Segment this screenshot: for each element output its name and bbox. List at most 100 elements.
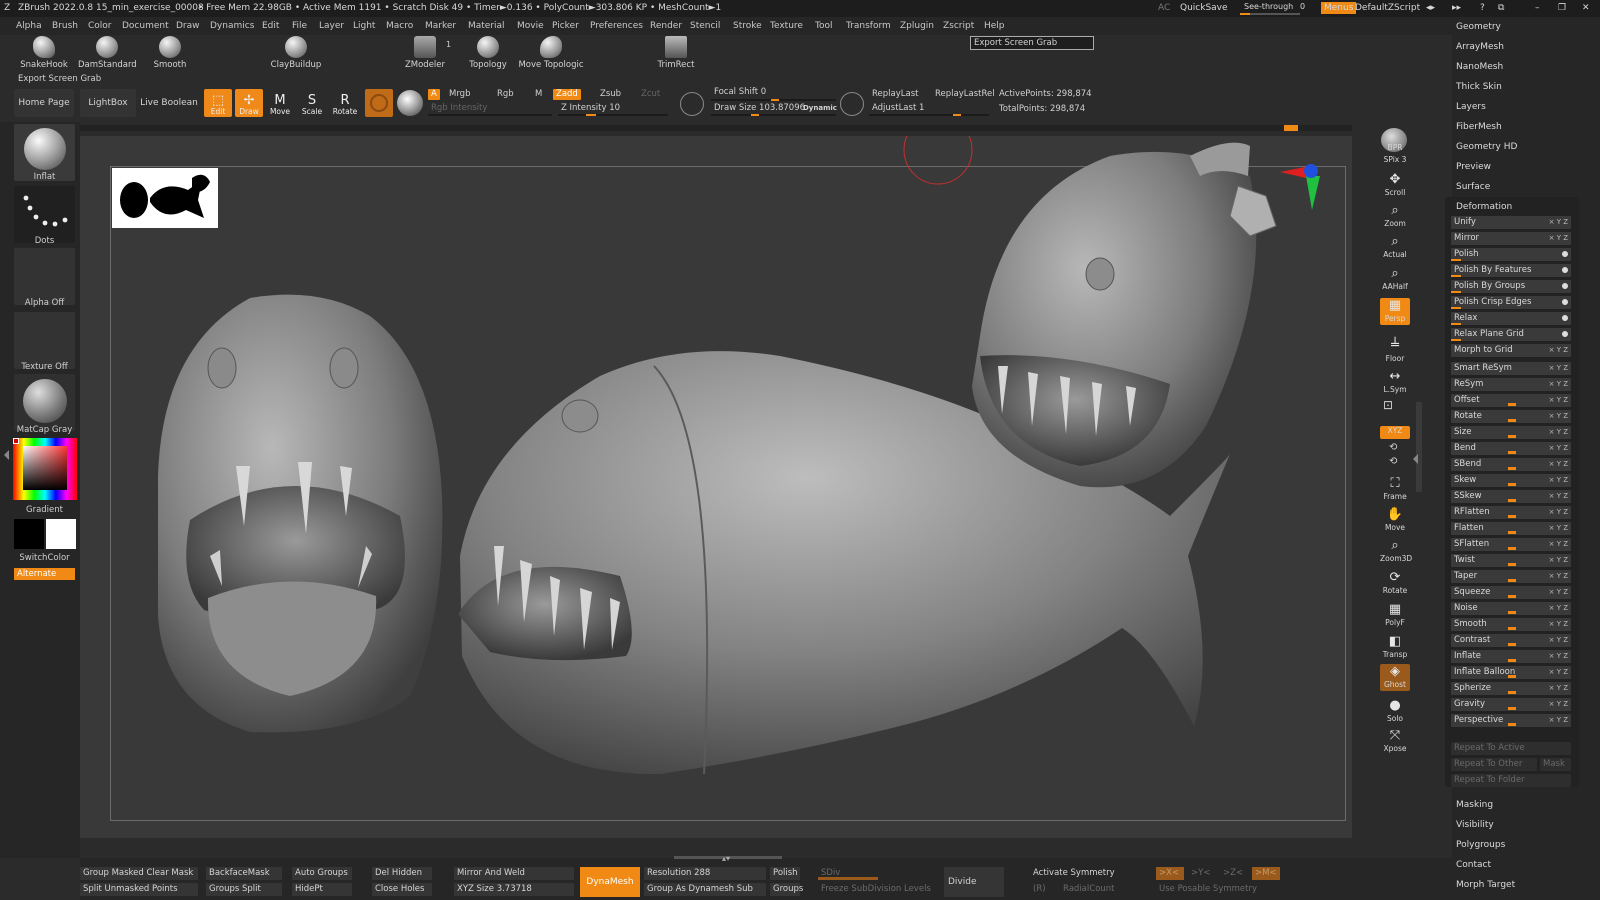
deformation-slider-knob[interactable] [1508,675,1516,678]
axis-toggles-icon[interactable]: × Y Z [1549,474,1568,487]
brush-topology[interactable]: Topology [466,36,510,70]
replay-last-rel-button[interactable]: ReplayLastRel [932,89,998,100]
menu-render[interactable]: Render [650,21,682,31]
use-posable-symmetry-button[interactable]: Use Posable Symmetry [1156,883,1280,896]
mirror-and-weld-button[interactable]: Mirror And Weld [454,867,574,880]
menu-marker[interactable]: Marker [425,21,456,31]
deformation-contrast[interactable]: Contrast × Y Z [1451,634,1571,647]
deformation-slider-knob[interactable] [1508,611,1516,614]
menu-alpha[interactable]: Alpha [16,21,42,31]
scroll-button[interactable]: ✥ Scroll [1380,172,1410,199]
dynamesh-groups-button[interactable]: Groups [770,883,803,896]
deformation-sbend[interactable]: SBend × Y Z [1451,458,1571,471]
menu-tool[interactable]: Tool [815,21,832,31]
mask-button[interactable]: Mask [1540,758,1571,771]
deformation-skew[interactable]: Skew × Y Z [1451,474,1571,487]
focal-shift-icon[interactable] [680,92,704,116]
hidept-button[interactable]: HidePt [292,883,352,896]
axis-toggles-icon[interactable]: × Y Z [1549,362,1568,375]
color-picker[interactable] [13,438,77,500]
right-shelf-scrollbar[interactable] [1416,402,1422,492]
repeat-to-folder-button[interactable]: Repeat To Folder [1451,774,1571,787]
brush-snakehook[interactable]: SnakeHook [20,36,68,70]
deformation-slider-knob[interactable] [1508,435,1516,438]
deformation-gravity[interactable]: Gravity × Y Z [1451,698,1571,711]
axis-toggles-icon[interactable]: × Y Z [1549,634,1568,647]
axis-toggles-icon[interactable]: × Y Z [1549,490,1568,503]
axis-toggles-icon[interactable]: × Y Z [1549,410,1568,423]
symmetry-x-toggle[interactable]: >X< [1156,867,1184,880]
deformation-slider-knob[interactable] [1508,403,1516,406]
deformation-polish-by-groups[interactable]: Polish By Groups [1451,280,1571,293]
backface-mask-button[interactable]: BackfaceMask [206,867,282,880]
axis-toggles-icon[interactable]: × Y Z [1549,522,1568,535]
visibility-subpalette[interactable]: Visibility [1456,820,1494,830]
deformation-relax-plane-grid[interactable]: Relax Plane Grid [1451,328,1571,341]
menu-color[interactable]: Color [88,21,112,31]
axis-toggles-icon[interactable]: × Y Z [1549,602,1568,615]
close-icon[interactable]: ✕ [1582,3,1590,13]
morph-target-subpalette[interactable]: Morph Target [1456,880,1515,890]
axis-toggles-icon[interactable]: × Y Z [1549,682,1568,695]
polyf-button[interactable]: ▦ PolyF [1380,602,1410,629]
switch-color-button[interactable]: SwitchColor [14,553,75,563]
toggle-dot-icon[interactable] [1562,267,1568,273]
auto-groups-button[interactable]: Auto Groups [292,867,352,880]
menu-file[interactable]: File [292,21,307,31]
draw-mode-button[interactable]: ✢ Draw [235,89,263,117]
zsub-button[interactable]: Zsub [597,89,624,100]
symmetry-m-toggle[interactable]: >M< [1252,867,1280,880]
matcap-icon[interactable] [397,90,423,116]
alternate-button[interactable]: Alternate [14,568,75,580]
deformation-sflatten[interactable]: SFlatten × Y Z [1451,538,1571,551]
brush-smooth[interactable]: Smooth [150,36,190,70]
axis-gizmo[interactable] [1280,164,1320,210]
edit-mode-button[interactable]: ⬚ Edit [204,89,232,117]
axis-toggles-icon[interactable]: × Y Z [1549,426,1568,439]
menu-help[interactable]: Help [984,21,1005,31]
right-tray-collapse-icon[interactable] [1413,454,1418,464]
dynamesh-button[interactable]: DynaMesh [580,867,640,897]
minimize-icon[interactable]: – [1535,3,1540,13]
transp-button[interactable]: ◧ Transp [1380,634,1410,661]
floor-button[interactable]: ╧ Floor [1380,338,1410,365]
deformation-slider-knob[interactable] [1508,723,1516,726]
deformation-polish[interactable]: Polish [1451,248,1571,261]
arraymesh-subpalette[interactable]: ArrayMesh [1456,42,1504,52]
persp-button[interactable]: ▦ Persp [1380,298,1410,325]
rotate-view-button[interactable]: ⟳ Rotate [1380,570,1410,597]
menus-button[interactable]: Menus [1321,2,1357,14]
menu-light[interactable]: Light [353,21,375,31]
deformation-noise[interactable]: Noise × Y Z [1451,602,1571,615]
deformation-perspective[interactable]: Perspective × Y Z [1451,714,1571,727]
deformation-slider-knob[interactable] [1508,531,1516,534]
nanomesh-subpalette[interactable]: NanoMesh [1456,62,1503,72]
deformation-twist[interactable]: Twist × Y Z [1451,554,1571,567]
deformation-spherize[interactable]: Spherize × Y Z [1451,682,1571,695]
toggle-dot-icon[interactable] [1562,251,1568,257]
axis-toggles-icon[interactable]: × Y Z [1549,586,1568,599]
seethrough-slider[interactable] [1240,13,1300,15]
menu-layer[interactable]: Layer [319,21,344,31]
material-swatch[interactable] [365,89,393,117]
axis-toggles-icon[interactable]: × Y Z [1549,698,1568,711]
symmetry-z-toggle[interactable]: >Z< [1220,867,1248,880]
toggle-dot-icon[interactable] [1562,331,1568,337]
masking-subpalette[interactable]: Masking [1456,800,1493,810]
a-toggle[interactable]: A [428,89,440,100]
deformation-smooth[interactable]: Smooth × Y Z [1451,618,1571,631]
zoom3d-button[interactable]: ⌕ Zoom3D [1380,538,1412,565]
deformation-slider-knob[interactable] [1508,499,1516,502]
deformation-rotate[interactable]: Rotate × Y Z [1451,410,1571,423]
axis-toggles-icon[interactable]: × Y Z [1549,378,1568,391]
deformation-slider-knob[interactable] [1508,579,1516,582]
deformation-morph-to-grid[interactable]: Morph to Grid × Y Z [1451,344,1571,357]
menu-texture[interactable]: Texture [770,21,803,31]
quicksave-button[interactable]: QuickSave [1180,3,1228,13]
zoom-button[interactable]: ⌕ Zoom [1380,203,1410,230]
menu-stencil[interactable]: Stencil [690,21,720,31]
brush-zmodeler[interactable]: ZModeler [400,36,450,70]
xyz-button[interactable]: XYZ [1380,426,1410,439]
help-icon[interactable]: ? [1480,3,1485,13]
menu-stroke[interactable]: Stroke [733,21,762,31]
